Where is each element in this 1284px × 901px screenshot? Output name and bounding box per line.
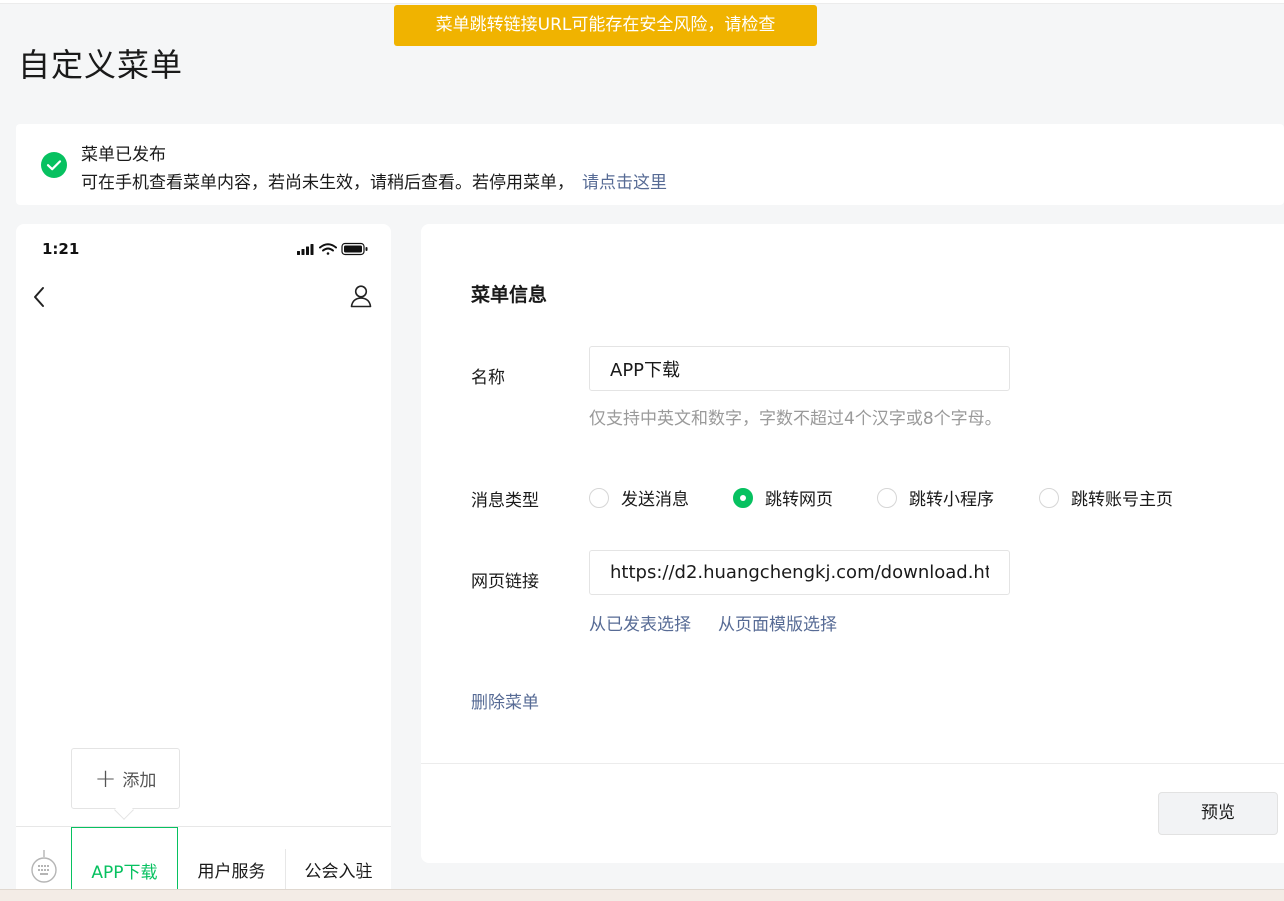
name-label: 名称	[471, 368, 505, 388]
panel-divider	[421, 763, 1284, 764]
add-menu-label: 添加	[122, 771, 157, 791]
webpage-url-input[interactable]	[589, 550, 1010, 595]
user-profile-icon[interactable]	[350, 284, 372, 308]
menu-info-panel: 菜单信息 名称 仅支持中英文和数字，字数不超过4个汉字或8个字母。 消息类型 发…	[421, 224, 1284, 863]
radio-circle	[1039, 487, 1059, 508]
add-menu-popup[interactable]: + 添加	[71, 748, 180, 809]
wifi-icon	[319, 243, 337, 255]
radio-circle	[877, 487, 897, 508]
radio-jump-webpage[interactable]: 跳转网页	[733, 485, 833, 510]
message-type-label: 消息类型	[471, 491, 539, 511]
name-hint: 仅支持中英文和数字，字数不超过4个汉字或8个字母。	[589, 409, 1002, 429]
publish-status-description: 可在手机查看菜单内容，若尚未生效，请稍后查看。若停用菜单， 请点击这里	[81, 168, 667, 193]
publish-status-text: 可在手机查看菜单内容，若尚未生效，请稍后查看。若停用菜单，	[81, 173, 574, 193]
disable-menu-link[interactable]: 请点击这里	[582, 173, 667, 193]
battery-icon	[341, 242, 368, 256]
menu-name-input[interactable]	[589, 346, 1010, 391]
status-time: 1:21	[42, 240, 80, 258]
back-arrow-icon[interactable]	[32, 286, 46, 308]
menu-info-title: 菜单信息	[471, 284, 548, 306]
preview-button[interactable]: 预览	[1158, 792, 1278, 835]
radio-circle	[589, 487, 609, 508]
radio-send-message[interactable]: 发送消息	[589, 485, 689, 510]
delete-menu-link[interactable]: 删除菜单	[471, 688, 539, 713]
keyboard-icon[interactable]	[30, 848, 58, 884]
page-title: 自定义菜单	[18, 46, 184, 84]
phone-preview: 1:21 + 添加 APP下载 用户服务 公会入驻	[16, 224, 391, 901]
bottom-strip	[0, 889, 1284, 901]
plus-icon: +	[94, 763, 117, 794]
radio-label: 跳转账号主页	[1071, 490, 1173, 510]
select-from-template-link[interactable]: 从页面模版选择	[718, 610, 837, 635]
publish-status-bar: 菜单已发布 可在手机查看菜单内容，若尚未生效，请稍后查看。若停用菜单， 请点击这里	[16, 124, 1284, 205]
signal-icon	[297, 244, 314, 255]
select-from-published-link[interactable]: 从已发表选择	[589, 610, 691, 635]
radio-jump-account-home[interactable]: 跳转账号主页	[1039, 485, 1173, 510]
radio-jump-miniprogram[interactable]: 跳转小程序	[877, 485, 994, 510]
radio-label: 跳转小程序	[909, 490, 994, 510]
radio-circle-checked	[733, 487, 753, 508]
radio-label: 发送消息	[621, 490, 689, 510]
top-border	[0, 0, 1284, 4]
check-circle-icon	[41, 152, 67, 178]
status-bar-icons	[297, 242, 368, 256]
publish-status-title: 菜单已发布	[81, 145, 166, 165]
webpage-link-label: 网页链接	[471, 572, 539, 592]
radio-label: 跳转网页	[765, 490, 833, 510]
security-warning-toast: 菜单跳转链接URL可能存在安全风险，请检查	[394, 5, 817, 46]
